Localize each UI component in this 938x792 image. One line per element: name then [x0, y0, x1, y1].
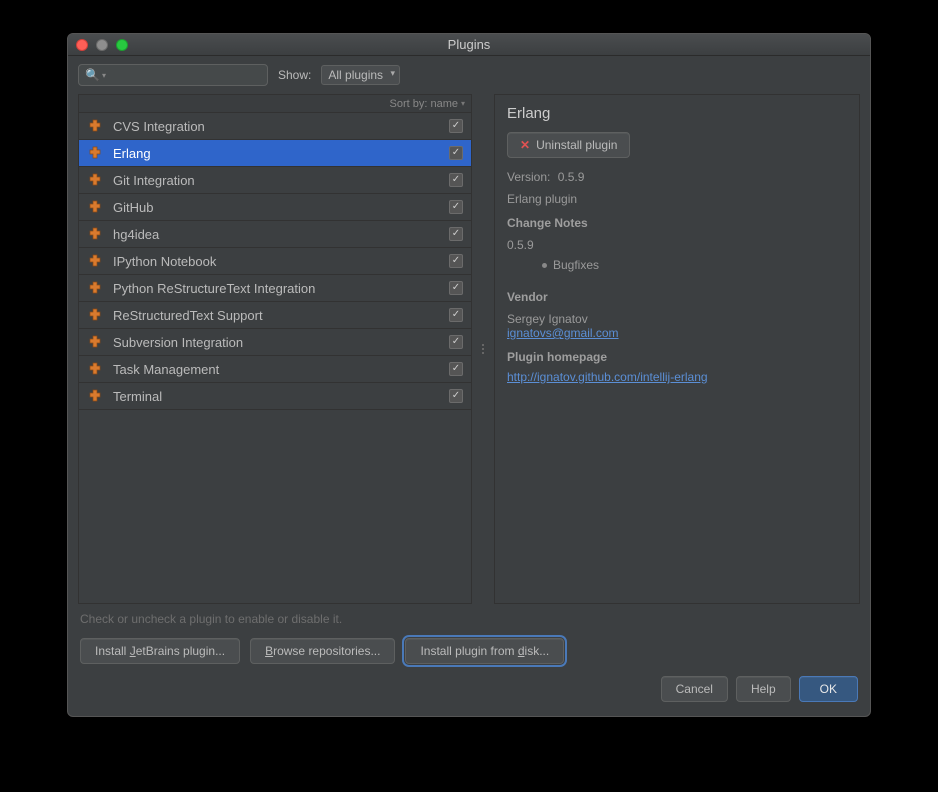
plugin-icon: [87, 226, 103, 242]
plugin-list: CVS Integration✓Erlang✓Git Integration✓G…: [79, 113, 471, 603]
plugin-description: Erlang plugin: [507, 192, 847, 206]
plugin-row[interactable]: ReStructuredText Support ✓: [79, 302, 471, 329]
plugin-row[interactable]: Python ReStructureText Integration ✓: [79, 275, 471, 302]
plugin-icon: [87, 253, 103, 269]
plugin-row[interactable]: CVS Integration ✓: [79, 113, 471, 140]
toolbar: 🔍 ▾ Show: All plugins: [68, 56, 870, 94]
close-icon: ✕: [520, 138, 530, 152]
plugin-row[interactable]: GitHub ✓: [79, 194, 471, 221]
sort-bar[interactable]: Sort by: name ▾: [79, 95, 471, 113]
bullet-icon: [542, 263, 547, 268]
plugin-name: Terminal: [113, 389, 439, 404]
plugin-name: Subversion Integration: [113, 335, 439, 350]
sort-label: Sort by:: [389, 98, 427, 110]
plugin-icon: [87, 334, 103, 350]
main-content: Sort by: name ▾ CVS Integration✓Erlang✓G…: [68, 94, 870, 604]
uninstall-button[interactable]: ✕ Uninstall plugin: [507, 132, 630, 158]
change-notes-version: 0.5.9: [507, 238, 847, 252]
sort-value: name: [430, 98, 458, 110]
plugin-checkbox[interactable]: ✓: [449, 200, 463, 214]
change-notes-item: Bugfixes: [542, 258, 847, 272]
plugins-dialog: Plugins 🔍 ▾ Show: All plugins Sort by: n…: [67, 33, 871, 717]
plugin-checkbox[interactable]: ✓: [449, 335, 463, 349]
dialog-buttons: Cancel Help OK: [68, 676, 870, 716]
plugin-row[interactable]: Git Integration ✓: [79, 167, 471, 194]
homepage-link[interactable]: http://ignatov.github.com/intellij-erlan…: [507, 370, 708, 384]
plugin-icon: [87, 280, 103, 296]
show-label: Show:: [278, 68, 311, 82]
titlebar: Plugins: [68, 34, 870, 56]
plugin-icon: [87, 172, 103, 188]
plugin-name: IPython Notebook: [113, 254, 439, 269]
plugin-row[interactable]: Terminal ✓: [79, 383, 471, 410]
chevron-down-icon: ▾: [102, 71, 106, 80]
show-value: All plugins: [328, 68, 383, 82]
plugin-checkbox[interactable]: ✓: [449, 173, 463, 187]
chevron-down-icon: ▾: [461, 99, 465, 108]
plugin-name: Python ReStructureText Integration: [113, 281, 439, 296]
plugin-icon: [87, 199, 103, 215]
plugin-checkbox[interactable]: ✓: [449, 389, 463, 403]
plugin-row[interactable]: Task Management ✓: [79, 356, 471, 383]
plugin-checkbox[interactable]: ✓: [449, 146, 463, 160]
plugin-icon: [87, 145, 103, 161]
search-icon: 🔍: [85, 68, 100, 82]
footer-buttons: Install JetBrains plugin... Browse repos…: [68, 626, 870, 676]
plugin-icon: [87, 361, 103, 377]
maximize-icon[interactable]: [116, 39, 128, 51]
vendor-name: Sergey Ignatov: [507, 312, 847, 326]
plugin-name: Erlang: [113, 146, 439, 161]
minimize-icon[interactable]: [96, 39, 108, 51]
hint-text: Check or uncheck a plugin to enable or d…: [68, 604, 870, 626]
splitter-handle[interactable]: [480, 94, 486, 604]
cancel-button[interactable]: Cancel: [661, 676, 728, 702]
vendor-head: Vendor: [507, 290, 847, 304]
plugin-list-panel: Sort by: name ▾ CVS Integration✓Erlang✓G…: [78, 94, 472, 604]
plugin-detail-panel: Erlang ✕ Uninstall plugin Version: 0.5.9…: [494, 94, 860, 604]
plugin-name: Task Management: [113, 362, 439, 377]
plugin-row[interactable]: Subversion Integration ✓: [79, 329, 471, 356]
plugin-name: GitHub: [113, 200, 439, 215]
plugin-name: CVS Integration: [113, 119, 439, 134]
change-notes-head: Change Notes: [507, 216, 847, 230]
homepage-head: Plugin homepage: [507, 350, 847, 364]
close-icon[interactable]: [76, 39, 88, 51]
plugin-checkbox[interactable]: ✓: [449, 308, 463, 322]
vendor-email-link[interactable]: ignatovs@gmail.com: [507, 326, 619, 340]
install-jetbrains-button[interactable]: Install JetBrains plugin...: [80, 638, 240, 664]
window-title: Plugins: [68, 37, 870, 52]
plugin-checkbox[interactable]: ✓: [449, 362, 463, 376]
plugin-checkbox[interactable]: ✓: [449, 119, 463, 133]
traffic-lights: [68, 39, 128, 51]
ok-button[interactable]: OK: [799, 676, 858, 702]
install-from-disk-button[interactable]: Install plugin from disk...: [405, 638, 564, 664]
uninstall-label: Uninstall plugin: [536, 138, 617, 152]
browse-repositories-button[interactable]: Browse repositories...: [250, 638, 395, 664]
help-button[interactable]: Help: [736, 676, 791, 702]
plugin-name: ReStructuredText Support: [113, 308, 439, 323]
plugin-row[interactable]: Erlang ✓: [79, 140, 471, 167]
plugin-checkbox[interactable]: ✓: [449, 254, 463, 268]
plugin-name: hg4idea: [113, 227, 439, 242]
plugin-checkbox[interactable]: ✓: [449, 227, 463, 241]
plugin-icon: [87, 307, 103, 323]
detail-title: Erlang: [507, 105, 847, 122]
plugin-icon: [87, 118, 103, 134]
plugin-checkbox[interactable]: ✓: [449, 281, 463, 295]
version-row: Version: 0.5.9: [507, 170, 847, 184]
plugin-name: Git Integration: [113, 173, 439, 188]
search-input[interactable]: 🔍 ▾: [78, 64, 268, 86]
plugin-row[interactable]: hg4idea ✓: [79, 221, 471, 248]
plugin-icon: [87, 388, 103, 404]
show-select[interactable]: All plugins: [321, 65, 400, 85]
plugin-row[interactable]: IPython Notebook ✓: [79, 248, 471, 275]
